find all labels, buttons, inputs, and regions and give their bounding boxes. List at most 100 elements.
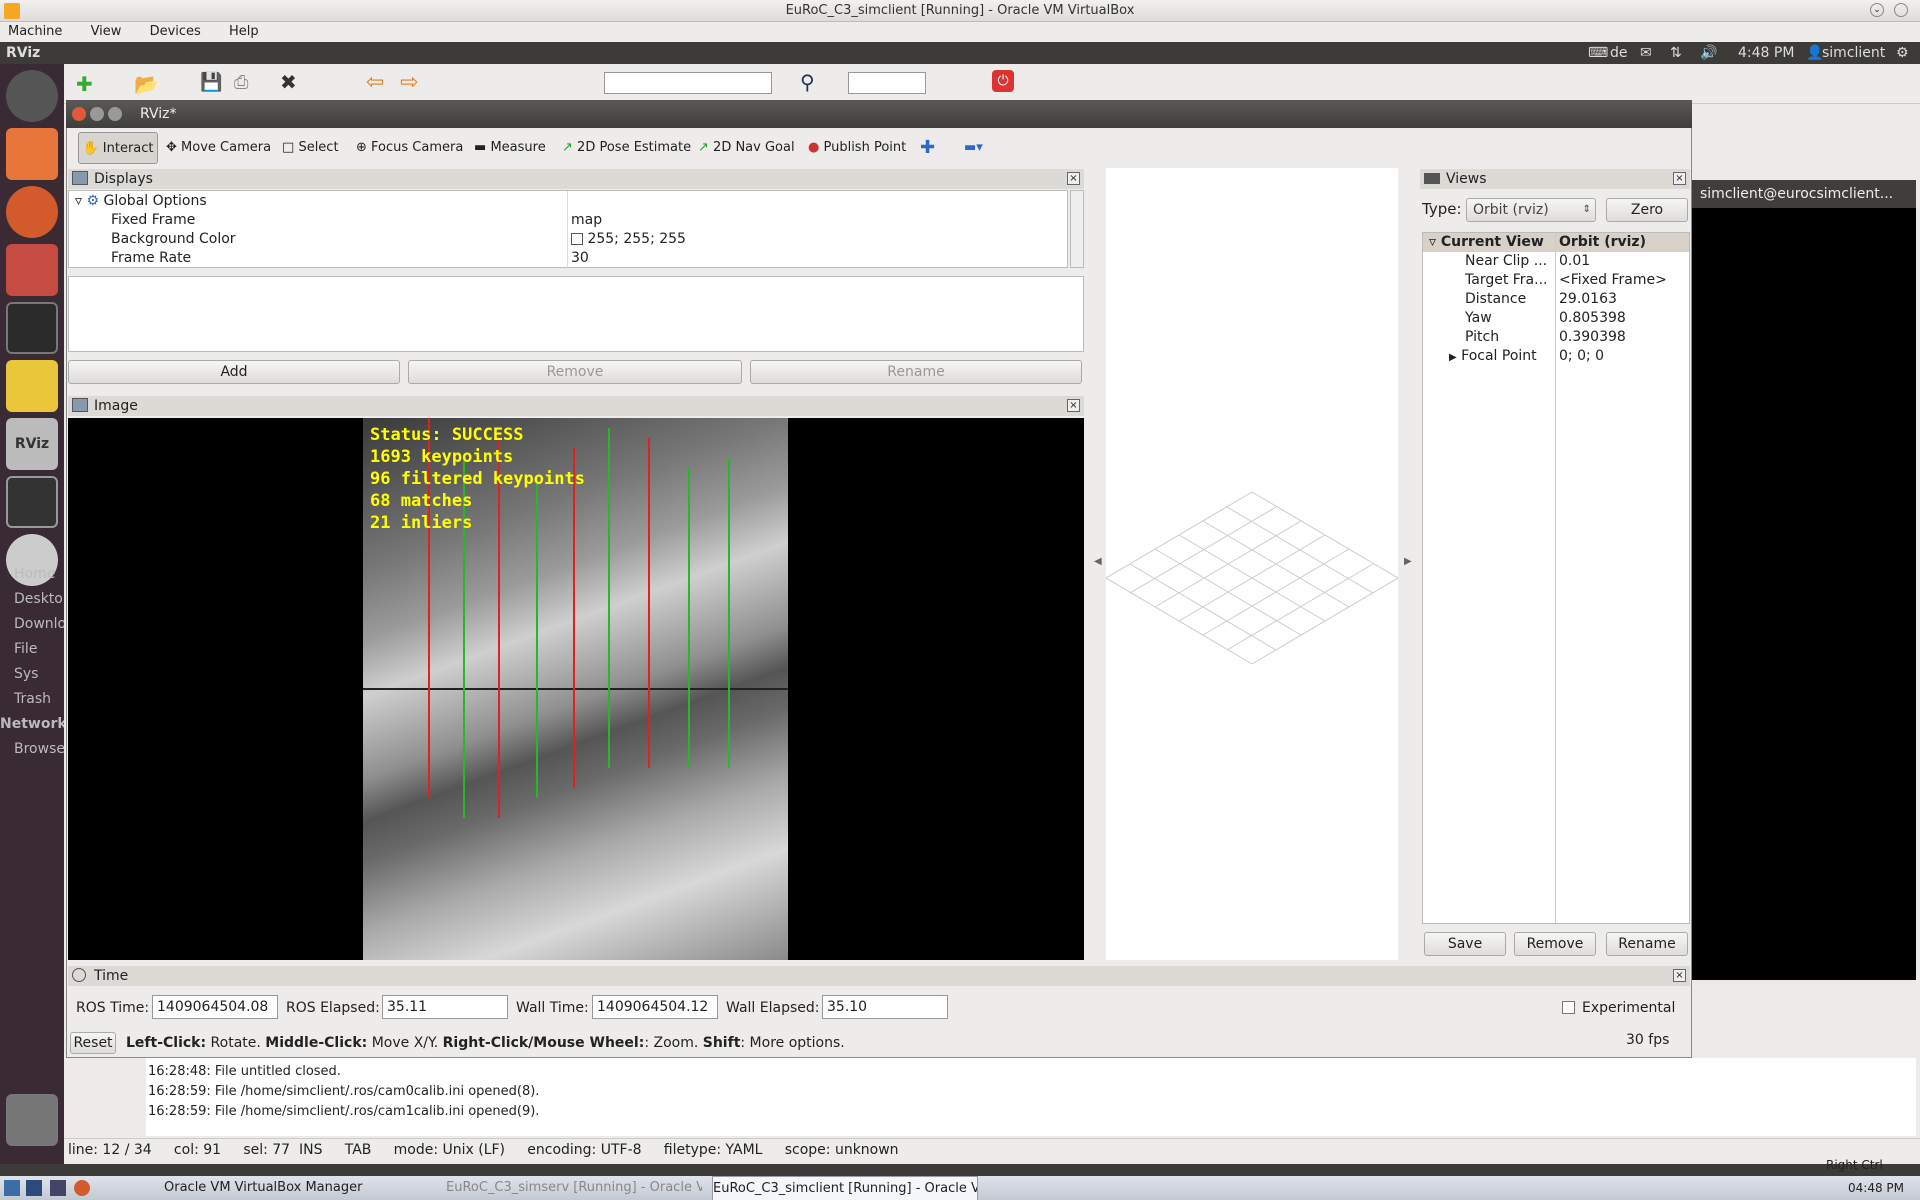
rename-button[interactable]: Rename bbox=[750, 360, 1082, 384]
menu-machine[interactable]: Machine bbox=[8, 24, 62, 39]
scrollbar[interactable] bbox=[1070, 190, 1084, 268]
expand-arrow-icon[interactable]: ▶ bbox=[1449, 352, 1457, 363]
clock-icon bbox=[72, 968, 86, 982]
add-tool-icon[interactable]: ✚ bbox=[920, 132, 935, 164]
print-icon[interactable]: ⎙ bbox=[234, 72, 248, 93]
menu-devices[interactable]: Devices bbox=[150, 24, 201, 39]
close-icon[interactable]: × bbox=[1673, 969, 1686, 982]
files-icon[interactable] bbox=[6, 128, 58, 180]
tree-row-global-options[interactable]: ▿ ⚙ Global Options bbox=[75, 192, 207, 211]
terminal-icon[interactable] bbox=[50, 1180, 66, 1196]
wall-elapsed-field[interactable]: 35.10 bbox=[822, 995, 948, 1019]
prop-value[interactable]: <Fixed Frame> bbox=[1559, 271, 1667, 290]
desktop-icon[interactable] bbox=[26, 1180, 42, 1196]
start-menu-icon[interactable] bbox=[4, 1180, 20, 1196]
add-button[interactable]: Add bbox=[68, 360, 400, 384]
tool-interact[interactable]: ✋ Interact bbox=[78, 132, 158, 164]
places-item[interactable]: Desktop bbox=[14, 587, 64, 612]
dash-home-icon[interactable] bbox=[6, 70, 58, 122]
spin-icon: ⇕ bbox=[1582, 204, 1591, 215]
places-item[interactable]: Downlo bbox=[14, 612, 64, 637]
taskbar-item-active[interactable]: EuRoC_C3_simclient [Running] - Oracle VM… bbox=[712, 1176, 978, 1200]
experimental-checkbox[interactable] bbox=[1562, 1001, 1575, 1014]
redo-icon[interactable]: ⇨ bbox=[400, 70, 418, 95]
menu-help[interactable]: Help bbox=[229, 24, 259, 39]
tool-move-camera[interactable]: ✥ Move Camera bbox=[166, 132, 271, 164]
maximize-icon[interactable] bbox=[1894, 3, 1908, 17]
prop-value[interactable]: 0; 0; 0 bbox=[1559, 347, 1604, 366]
window-icon[interactable] bbox=[6, 476, 58, 528]
close-icon[interactable]: × bbox=[1673, 172, 1686, 185]
view-type-select[interactable]: Orbit (rviz) ⇕ bbox=[1466, 198, 1596, 222]
minimize-icon[interactable] bbox=[90, 107, 104, 121]
prop-value[interactable]: map bbox=[571, 211, 602, 230]
close-icon[interactable]: × bbox=[1067, 399, 1080, 412]
mail-icon[interactable]: ✉ bbox=[1640, 42, 1652, 64]
open-icon[interactable]: 📂 bbox=[134, 72, 159, 96]
rviz-icon[interactable]: RViz bbox=[6, 418, 58, 470]
rename-button[interactable]: Rename bbox=[1606, 932, 1688, 956]
new-file-icon[interactable]: ✚ bbox=[76, 72, 93, 96]
clock[interactable]: 4:48 PM bbox=[1738, 42, 1794, 64]
terminal-icon[interactable] bbox=[6, 302, 58, 354]
save-button[interactable]: Save bbox=[1424, 932, 1506, 956]
places-item[interactable]: File Sys bbox=[14, 637, 64, 687]
taskbar-item[interactable]: Oracle VM VirtualBox Manager bbox=[164, 1176, 362, 1200]
places-item[interactable]: Trash bbox=[14, 687, 64, 712]
settings-icon[interactable] bbox=[6, 244, 58, 296]
tool-measure[interactable]: ▬ Measure bbox=[474, 132, 546, 164]
close-icon[interactable] bbox=[72, 107, 86, 121]
save-icon[interactable]: 💾 bbox=[200, 72, 222, 93]
places-item[interactable]: Home bbox=[14, 562, 64, 587]
firefox-icon[interactable] bbox=[74, 1180, 90, 1196]
trash-icon[interactable] bbox=[6, 1094, 58, 1146]
image-view[interactable]: Status: SUCCESS 1693 keypoints 96 filter… bbox=[68, 418, 1084, 960]
collapse-right-icon[interactable]: ▶ bbox=[1404, 556, 1412, 567]
expand-arrow-icon[interactable]: ▿ bbox=[75, 193, 82, 209]
close-icon[interactable]: × bbox=[1067, 172, 1080, 185]
ros-elapsed-field[interactable]: 35.11 bbox=[382, 995, 508, 1019]
tool-select[interactable]: □ Select bbox=[282, 132, 339, 164]
collapse-left-icon[interactable]: ◀ bbox=[1094, 556, 1102, 567]
firefox-icon[interactable] bbox=[6, 186, 58, 238]
user-name[interactable]: simclient bbox=[1822, 42, 1885, 64]
prop-value[interactable]: 30 bbox=[571, 249, 589, 268]
3d-render-view[interactable] bbox=[1105, 168, 1399, 960]
remove-button[interactable]: Remove bbox=[408, 360, 742, 384]
goto-input[interactable] bbox=[848, 72, 926, 94]
tool-publish-point[interactable]: ● Publish Point bbox=[808, 132, 906, 164]
taskbar-item[interactable]: EuRoC_C3_simserv [Running] - Oracle VM V… bbox=[446, 1176, 702, 1200]
wall-time-field[interactable]: 1409064504.12 bbox=[592, 995, 718, 1019]
close-icon[interactable]: ✖ bbox=[280, 70, 297, 94]
zero-button[interactable]: Zero bbox=[1606, 198, 1688, 222]
search-icon[interactable]: ⚲ bbox=[800, 70, 815, 94]
remove-button[interactable]: Remove bbox=[1514, 932, 1596, 956]
language-indicator[interactable]: de bbox=[1610, 42, 1628, 64]
minimize-icon[interactable]: ⌄ bbox=[1870, 3, 1884, 17]
gear-icon[interactable]: ⚙ bbox=[1896, 42, 1909, 64]
places-item[interactable]: Browse bbox=[14, 737, 64, 760]
focal-point-row[interactable]: ▶ Focal Point bbox=[1449, 347, 1537, 366]
remove-tool-icon[interactable]: ▬▾ bbox=[964, 132, 983, 164]
reset-button[interactable]: Reset bbox=[70, 1032, 116, 1054]
tool-2d-nav-goal[interactable]: ↗ 2D Nav Goal bbox=[698, 132, 795, 164]
prop-value[interactable]: 0.390398 bbox=[1559, 328, 1626, 347]
prop-value[interactable]: 0.01 bbox=[1559, 252, 1590, 271]
keyboard-icon[interactable]: ⌨ bbox=[1588, 42, 1608, 64]
undo-icon[interactable]: ⇦ bbox=[366, 70, 384, 95]
power-icon[interactable]: ⏻ bbox=[992, 70, 1014, 92]
network-icon[interactable]: ⇅ bbox=[1670, 42, 1682, 64]
maximize-icon[interactable] bbox=[108, 107, 122, 121]
tool-2d-pose-estimate[interactable]: ↗ 2D Pose Estimate bbox=[562, 132, 691, 164]
app-icon[interactable] bbox=[6, 360, 58, 412]
tool-focus-camera[interactable]: ⊕ Focus Camera bbox=[356, 132, 463, 164]
expand-arrow-icon[interactable]: ▿ bbox=[1429, 234, 1436, 250]
prop-value-color[interactable]: 255; 255; 255 bbox=[571, 230, 686, 249]
volume-icon[interactable]: 🔊 bbox=[1700, 42, 1717, 64]
prop-value[interactable]: 0.805398 bbox=[1559, 309, 1626, 328]
menu-view[interactable]: View bbox=[91, 24, 122, 39]
ros-time-field[interactable]: 1409064504.08 bbox=[152, 995, 278, 1019]
prop-value[interactable]: 29.0163 bbox=[1559, 290, 1617, 309]
search-input[interactable] bbox=[604, 72, 772, 94]
terminal-window[interactable] bbox=[1692, 180, 1916, 980]
